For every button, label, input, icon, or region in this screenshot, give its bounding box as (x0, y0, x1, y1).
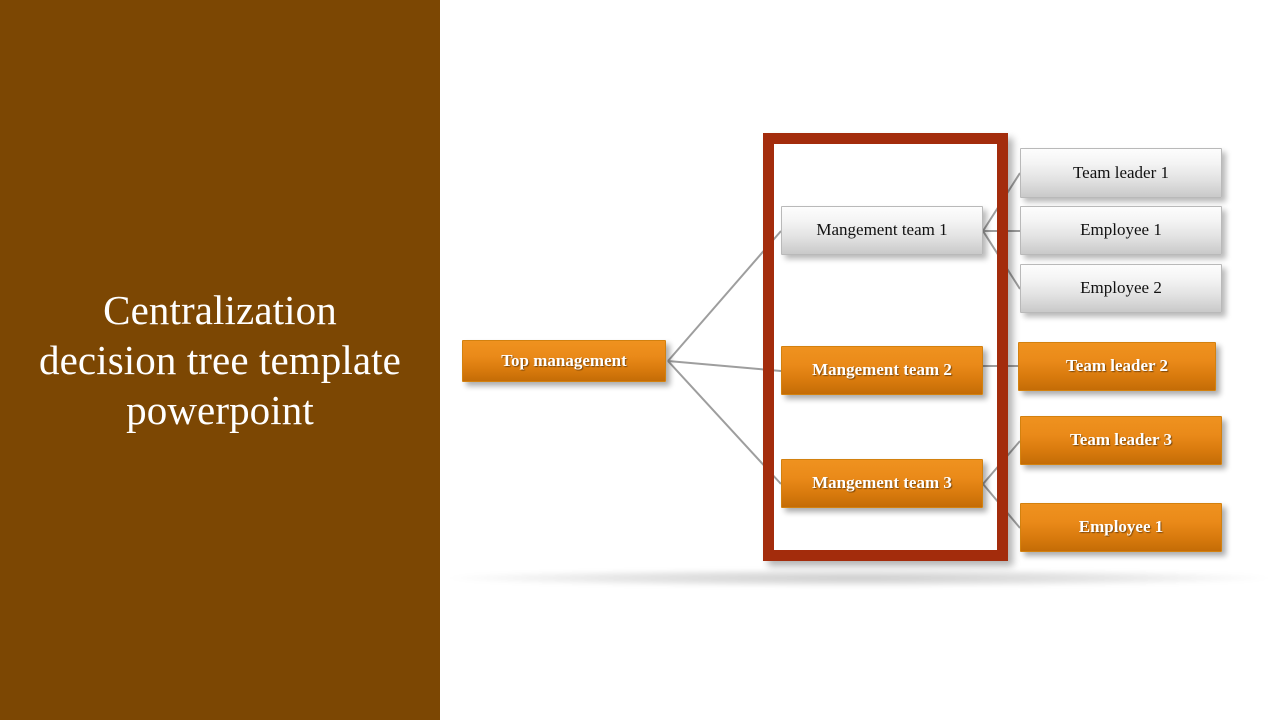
slide-title: Centralization decision tree template po… (39, 286, 401, 433)
node-label: Team leader 1 (1072, 162, 1170, 182)
node-employee-2[interactable]: Employee 2 (1020, 264, 1222, 313)
node-label: Team leader 3 (1070, 430, 1172, 450)
node-label: Mangement team 2 (812, 360, 952, 380)
node-team-leader-2[interactable]: Team leader 2 (1018, 342, 1216, 391)
floor-shadow (450, 569, 1268, 587)
node-management-team-1[interactable]: Mangement team 1 (781, 206, 983, 255)
node-employee-1-team-3[interactable]: Employee 1 (1020, 503, 1222, 552)
node-team-leader-1[interactable]: Team leader 1 (1020, 148, 1222, 198)
node-team-leader-3[interactable]: Team leader 3 (1020, 416, 1222, 465)
node-label: Top management (501, 350, 627, 370)
node-management-team-3[interactable]: Mangement team 3 (781, 459, 983, 508)
node-label: Employee 1 (1078, 517, 1164, 537)
node-top-management[interactable]: Top management (462, 340, 666, 382)
node-label: Mangement team 1 (816, 220, 948, 240)
slide-canvas: Centralization decision tree template po… (0, 0, 1280, 720)
node-label: Employee 2 (1080, 278, 1162, 298)
diagram-stage: Top management Mangement team 1 Mangemen… (440, 0, 1280, 720)
node-label: Mangement team 3 (812, 473, 952, 493)
node-management-team-2[interactable]: Mangement team 2 (781, 346, 983, 395)
node-label: Team leader 2 (1066, 356, 1168, 376)
node-employee-1[interactable]: Employee 1 (1020, 206, 1222, 255)
title-panel: Centralization decision tree template po… (0, 0, 440, 720)
node-label: Employee 1 (1080, 220, 1162, 240)
